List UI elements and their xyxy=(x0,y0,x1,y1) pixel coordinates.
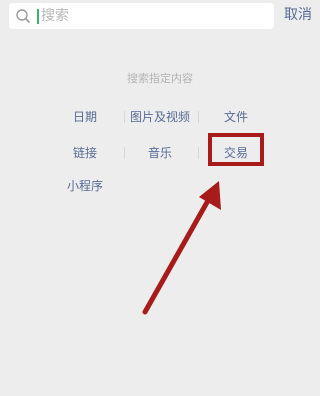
filter-images-videos[interactable]: 图片及视频 xyxy=(120,110,200,124)
annotation-highlight-box xyxy=(208,133,264,166)
search-box[interactable]: 搜索 xyxy=(9,3,274,29)
filter-links[interactable]: 链接 xyxy=(45,146,125,160)
filter-files[interactable]: 文件 xyxy=(196,110,276,124)
annotation-arrow xyxy=(142,181,221,315)
section-title: 搜索指定内容 xyxy=(127,72,193,85)
search-icon xyxy=(16,9,30,23)
filter-date[interactable]: 日期 xyxy=(45,110,125,124)
filter-music[interactable]: 音乐 xyxy=(120,146,200,160)
text-cursor xyxy=(37,9,39,24)
filter-mini-programs[interactable]: 小程序 xyxy=(45,179,125,193)
cancel-button[interactable]: 取消 xyxy=(284,7,312,23)
search-input[interactable]: 搜索 xyxy=(41,8,69,24)
